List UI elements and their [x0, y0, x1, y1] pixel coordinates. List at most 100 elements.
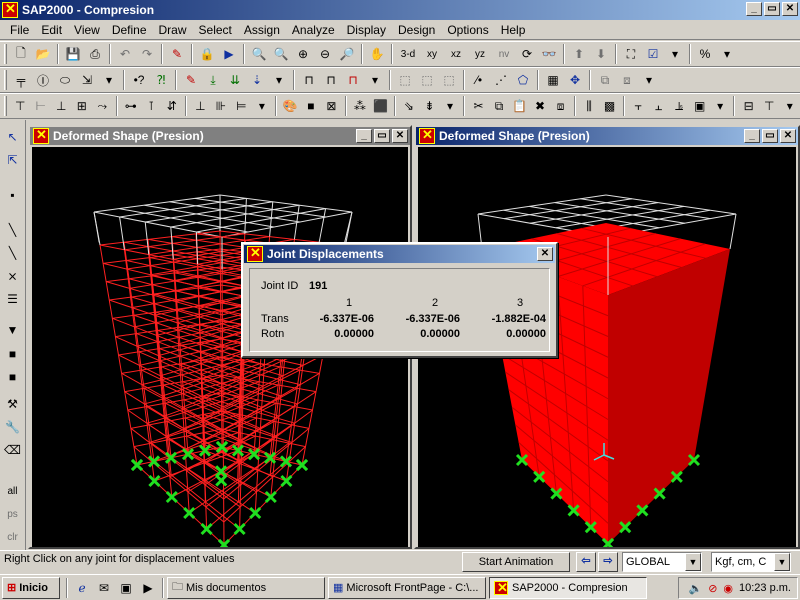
group-select-icon[interactable]: ⊠ — [321, 95, 342, 117]
frame-info-icon[interactable]: ⫡ — [669, 95, 690, 117]
antivirus-icon[interactable]: ◉ — [723, 582, 733, 595]
menu-view[interactable]: View — [68, 23, 106, 37]
menu-select[interactable]: Select — [193, 23, 238, 37]
previous-step-icon[interactable]: ⇦ — [576, 552, 596, 572]
align-horizontal-icon[interactable]: ⊟ — [738, 95, 759, 117]
cut-icon[interactable]: ✂ — [468, 95, 489, 117]
cross-icon[interactable]: ⨯ — [2, 266, 24, 287]
constraint-icon[interactable]: ⬛ — [370, 95, 391, 117]
draw-frame-icon[interactable]: ⊓ — [298, 69, 320, 91]
draw-rect-shell-icon[interactable]: ⬚ — [416, 69, 438, 91]
units-select[interactable]: Kgf, cm, C ▼ — [711, 552, 791, 572]
divide-icon[interactable]: ⧈ — [616, 69, 638, 91]
object-shrink-icon[interactable]: ⛶ — [620, 43, 642, 65]
diaphragm-icon[interactable]: ⁂ — [350, 95, 371, 117]
move-icon[interactable]: ⤳ — [92, 95, 113, 117]
menu-help[interactable]: Help — [495, 23, 532, 37]
select-frame-icon[interactable]: ⊢ — [30, 95, 51, 117]
maximize-button[interactable]: ▭ — [762, 129, 778, 143]
draw-area-icon[interactable]: ▼ — [2, 320, 24, 341]
dropdown-icon[interactable]: ▾ — [664, 43, 686, 65]
zoom-window-icon[interactable]: 🔍 — [248, 43, 270, 65]
select-all-button[interactable]: all — [1, 481, 25, 502]
frame-sections-icon[interactable]: Ⓘ — [32, 69, 54, 91]
close-button[interactable]: ✕ — [782, 2, 798, 16]
shell-loads-icon[interactable]: ⇣ — [246, 69, 268, 91]
zoom-out-icon[interactable]: ⊖ — [314, 43, 336, 65]
up-arrow-icon[interactable]: ⬆ — [568, 43, 590, 65]
menu-analyze[interactable]: Analyze — [286, 23, 341, 37]
view-nv-button[interactable]: nv — [492, 43, 516, 65]
replicate-icon[interactable]: ⧉ — [594, 69, 616, 91]
pointer-icon[interactable]: ↖ — [2, 126, 24, 147]
menu-draw[interactable]: Draw — [153, 23, 193, 37]
dropdown-icon[interactable]: ▾ — [98, 69, 120, 91]
outlook-icon[interactable]: ✉ — [93, 577, 115, 599]
dropdown-icon[interactable]: ▾ — [716, 43, 738, 65]
extrude-lines-icon[interactable]: ⊪ — [211, 95, 232, 117]
redo-icon[interactable]: ↷ — [136, 43, 158, 65]
desktop-icon[interactable]: ▣ — [115, 577, 137, 599]
view-xy-button[interactable]: xy — [420, 43, 444, 65]
zoom-previous-icon[interactable]: 🔎 — [336, 43, 358, 65]
run-analysis-icon[interactable]: ▶ — [218, 43, 240, 65]
task-frontpage[interactable]: ▦ Microsoft FrontPage - C:\... — [328, 576, 486, 599]
menu-define[interactable]: Define — [106, 23, 153, 37]
divide-frames-icon[interactable]: ⫼ — [579, 95, 600, 117]
delete-icon[interactable]: ✖ — [530, 95, 551, 117]
snap-lines-icon[interactable]: ⋰ — [490, 69, 512, 91]
pencil-icon[interactable]: ✎ — [166, 43, 188, 65]
paint-icon[interactable]: 🎨 — [280, 95, 301, 117]
copy-icon[interactable]: ⧉ — [489, 95, 510, 117]
eraser-icon[interactable]: ⌫ — [2, 440, 24, 461]
perspective-icon[interactable]: 👓 — [538, 43, 560, 65]
next-step-icon[interactable]: ⇨ — [598, 552, 618, 572]
view-3d-button[interactable]: 3-d — [396, 43, 420, 65]
restore-button[interactable]: ▭ — [764, 2, 780, 16]
draw-joint-icon[interactable]: ▪ — [2, 184, 24, 205]
task-sap2000[interactable]: SAP2000 - Compresion — [489, 576, 647, 599]
minimize-button[interactable]: _ — [746, 2, 762, 16]
coordinate-system-select[interactable]: GLOBAL ▼ — [622, 552, 702, 572]
window-icon[interactable] — [419, 127, 435, 144]
tool-icon[interactable]: ⚒ — [2, 393, 24, 414]
start-animation-button[interactable]: Start Animation — [462, 552, 570, 572]
chevron-down-icon[interactable]: ▼ — [685, 553, 701, 571]
print-icon[interactable]: ⎙ — [84, 43, 106, 65]
network-icon[interactable]: ⊘ — [708, 582, 717, 595]
dropdown-icon[interactable]: ▾ — [252, 95, 273, 117]
select-group-icon[interactable]: ⊞ — [71, 95, 92, 117]
grid-icon[interactable]: ▦ — [542, 69, 564, 91]
menu-display[interactable]: Display — [341, 23, 392, 37]
menu-design[interactable]: Design — [392, 23, 441, 37]
close-button[interactable]: ✕ — [392, 129, 408, 143]
merge-icon[interactable]: ⊶ — [121, 95, 142, 117]
restraints-icon[interactable]: ⇟ — [419, 95, 440, 117]
window-icon[interactable] — [33, 127, 49, 144]
extrude-icon[interactable]: ⊥ — [190, 95, 211, 117]
joint-springs-icon[interactable]: ⁈ — [150, 69, 172, 91]
dropdown-icon[interactable]: ▾ — [779, 95, 800, 117]
replicate-array-icon[interactable]: ⧈ — [550, 95, 571, 117]
frame-releases-icon[interactable]: ⤓ — [202, 69, 224, 91]
view-xz-button[interactable]: xz — [444, 43, 468, 65]
dropdown-icon[interactable]: ▾ — [440, 95, 461, 117]
joint-info-icon[interactable]: ⫠ — [648, 95, 669, 117]
close-button[interactable]: ✕ — [780, 129, 796, 143]
quick-area-icon[interactable]: ■ — [2, 366, 24, 387]
start-button[interactable]: ⊞ Inicio — [2, 576, 60, 599]
save-icon[interactable]: 💾 — [62, 43, 84, 65]
solid-square-icon[interactable]: ■ — [301, 95, 322, 117]
snap-intersection-icon[interactable]: ⬠ — [512, 69, 534, 91]
local-axes-icon[interactable]: ⇘ — [399, 95, 420, 117]
frame-loads-icon[interactable]: ⇊ — [224, 69, 246, 91]
align-vertical-icon[interactable]: ⊤ — [759, 95, 780, 117]
pan-icon[interactable]: ✋ — [366, 43, 388, 65]
quick-draw-frame-icon[interactable]: ⊓ — [342, 69, 364, 91]
shell-sections-icon[interactable]: ⬭ — [54, 69, 76, 91]
align-icon[interactable]: ⊺ — [141, 95, 162, 117]
draw-line-icon[interactable]: ╲ — [2, 219, 24, 240]
toolbar-grip[interactable] — [4, 70, 7, 90]
paste-icon[interactable]: 📋 — [509, 95, 530, 117]
draw-line-region-icon[interactable]: ╲ — [2, 243, 24, 264]
